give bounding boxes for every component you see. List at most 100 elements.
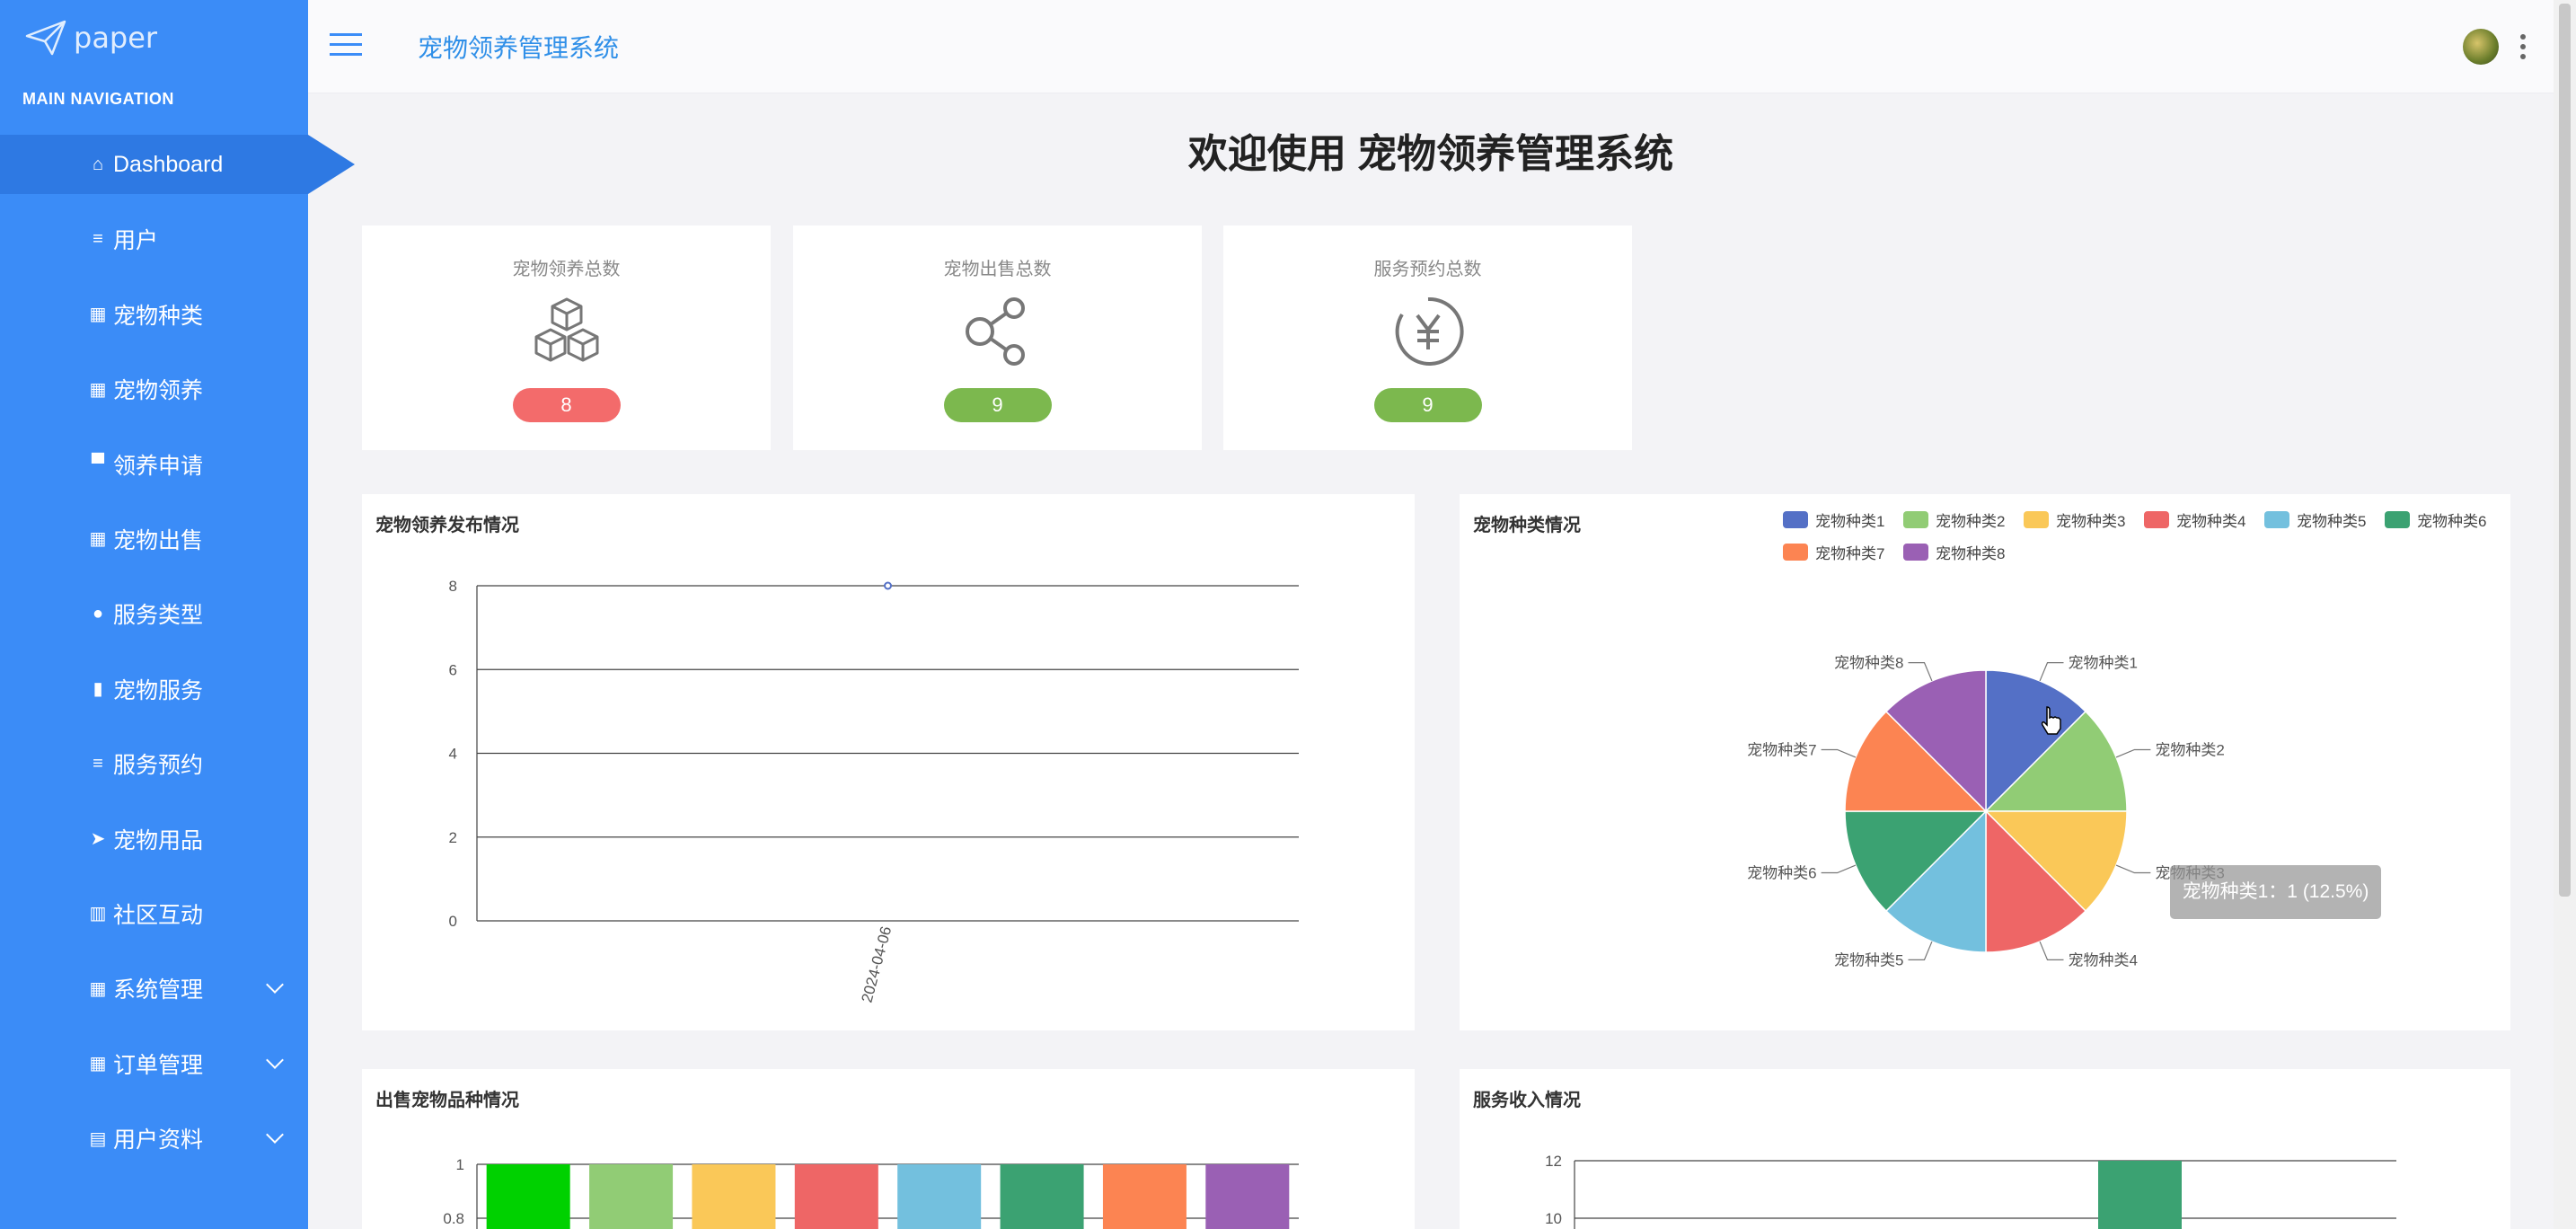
grid-icon: ▦ [89, 978, 107, 999]
pie-slice-label: 宠物种类7 [1747, 741, 1816, 758]
sidebar-item-label: 宠物用品 [113, 827, 204, 853]
top-header: 宠物领养管理系统 [308, 0, 2554, 93]
sidebar-item-11[interactable]: ▦ 系统管理 [0, 959, 308, 1018]
bar[interactable] [1000, 1164, 1084, 1229]
book-icon: ▮ [93, 679, 103, 700]
pie-label-line [1908, 662, 1933, 682]
avatar[interactable] [2463, 29, 2499, 65]
grid-icon: ▦ [89, 1054, 107, 1074]
data-point[interactable] [884, 581, 892, 590]
y-tick-label: 8 [449, 578, 457, 595]
logo[interactable]: paper [25, 20, 157, 56]
chevron-down-icon [266, 976, 284, 995]
y-tick-label: 0.8 [443, 1210, 464, 1227]
y-tick-label: 6 [449, 661, 457, 678]
pie-slice-label: 宠物种类2 [2155, 741, 2224, 758]
sidebar-item-1[interactable]: ≡ 用户 [0, 209, 308, 269]
sidebar-item-12[interactable]: ▦ 订单管理 [0, 1034, 308, 1093]
nav-caption: MAIN NAVIGATION [22, 90, 174, 108]
pie-chart-panel: 宠物种类情况 宠物种类1 宠物种类2 宠物种类3 宠物种类4 宠物种类5 宠物种类6 宠物种… [1460, 494, 2510, 1030]
pie-label-line [1821, 748, 1857, 758]
stat-value-badge: 8 [512, 388, 621, 422]
sidebar-item-label: 订单管理 [113, 1052, 204, 1078]
scrollbar-thumb[interactable] [2559, 4, 2571, 897]
yen-icon [1395, 296, 1464, 366]
income-chart-panel: 服务收入情况 12 10 [1460, 1069, 2510, 1229]
bar[interactable] [2098, 1161, 2182, 1229]
y-tick-label: 0 [449, 913, 457, 930]
bar[interactable] [589, 1164, 674, 1229]
sidebar-item-label: 宠物领养 [113, 378, 204, 404]
share-icon [965, 297, 1025, 366]
sidebar-item-label: Dashboard [113, 151, 224, 177]
bar[interactable] [1102, 1164, 1187, 1229]
y-tick-label: 2 [449, 829, 457, 846]
pie-label-line [2115, 748, 2151, 758]
bar[interactable] [897, 1164, 982, 1229]
id-card-icon: ▤ [89, 1128, 107, 1149]
paper-plane-icon [25, 20, 66, 56]
y-tick-label: 1 [456, 1156, 464, 1173]
pie-label-line [1908, 941, 1933, 960]
pie-label-line [2039, 662, 2064, 682]
pie-label-line [2115, 864, 2151, 874]
pie-slice-label: 宠物种类5 [1834, 951, 1903, 968]
sidebar-item-5[interactable]: ▦ 宠物出售 [0, 509, 308, 569]
app-title: 宠物领养管理系统 [418, 34, 620, 62]
bar[interactable] [1205, 1164, 1290, 1229]
page-title: 欢迎使用 宠物领养管理系统 [1187, 132, 1674, 176]
home-icon: ⌂ [92, 154, 104, 174]
sidebar-item-label: 社区互动 [113, 902, 204, 928]
send-icon: ➤ [90, 829, 106, 850]
bar[interactable] [692, 1164, 776, 1229]
bar-chart-icon: ▥ [89, 904, 107, 924]
pie-slice-label: 宠物种类1 [2069, 655, 2138, 672]
sidebar-item-label: 用户资料 [113, 1127, 204, 1154]
bar-chart-panel: 出售宠物品种情况 1 0.8 [362, 1069, 1415, 1229]
sliders-icon: ≡ [93, 753, 103, 774]
sidebar-item-label: 服务预约 [113, 753, 204, 779]
stat-card-service: 服务预约总数 9 [1223, 225, 1632, 450]
sidebar-nav: ⌂ Dashboard ≡ 用户 ▦ 宠物种类 ▦ 宠物领养 ▀ 领养申请 ▦ 宠物出售 ● 服务类型 ▮ 宠… [0, 135, 355, 1183]
bar[interactable] [486, 1164, 570, 1229]
pie-label-line [2039, 941, 2064, 960]
pie-chart: 宠物种类1宠物种类2宠物种类3宠物种类4宠物种类5宠物种类6宠物种类7宠物种类8 [1747, 655, 2225, 969]
sidebar-item-4[interactable]: ▀ 领养申请 [0, 435, 308, 494]
pin-icon: ● [92, 603, 104, 623]
grid-icon: ▦ [89, 379, 107, 400]
page-scrollbar[interactable] [2554, 0, 2576, 1229]
sidebar-item-10[interactable]: ▥ 社区互动 [0, 884, 308, 943]
chevron-down-icon [266, 1126, 284, 1144]
stat-card-adoption: 宠物领养总数 8 [362, 225, 771, 450]
bar-chart: 10.8 [443, 1156, 1299, 1229]
sidebar-item-3[interactable]: ▦ 宠物领养 [0, 359, 308, 419]
sidebar-item-13[interactable]: ▤ 用户资料 [0, 1109, 308, 1168]
sidebar-item-label: 宠物服务 [113, 677, 204, 703]
y-tick-label: 10 [1545, 1210, 1562, 1227]
bar[interactable] [794, 1164, 878, 1229]
more-vertical-icon[interactable] [2520, 34, 2526, 64]
pie-label-line [1821, 864, 1857, 874]
sidebar-item-8[interactable]: ≡ 服务预约 [0, 734, 308, 793]
sidebar-item-7[interactable]: ▮ 宠物服务 [0, 659, 308, 719]
logo-text: paper [74, 21, 158, 55]
line-chart: 0 2 4 6 8 2024-04-06 [449, 578, 1299, 1004]
stat-title: 宠物出售总数 [943, 260, 1052, 279]
sidebar-item-label: 用户 [113, 228, 159, 254]
sidebar-item-0[interactable]: ⌂ Dashboard [0, 135, 355, 194]
sidebar-item-2[interactable]: ▦ 宠物种类 [0, 285, 308, 344]
stat-title: 服务预约总数 [1373, 260, 1482, 279]
monitor-icon: ▀ [91, 454, 105, 474]
stat-value-badge: 9 [1373, 388, 1482, 422]
sidebar-item-label: 系统管理 [113, 977, 204, 1004]
grid-icon: ▦ [89, 305, 107, 325]
sidebar-item-label: 宠物种类 [113, 303, 204, 329]
sidebar-item-6[interactable]: ● 服务类型 [0, 584, 308, 643]
pie-slice-label: 宠物种类8 [1834, 655, 1903, 672]
grid-icon: ▦ [89, 529, 107, 550]
sidebar-item-9[interactable]: ➤ 宠物用品 [0, 809, 308, 869]
cubes-icon [534, 297, 598, 362]
menu-toggle-icon[interactable] [330, 33, 362, 58]
sidebar-item-label: 宠物出售 [113, 527, 204, 553]
stat-value-badge: 9 [943, 388, 1052, 422]
